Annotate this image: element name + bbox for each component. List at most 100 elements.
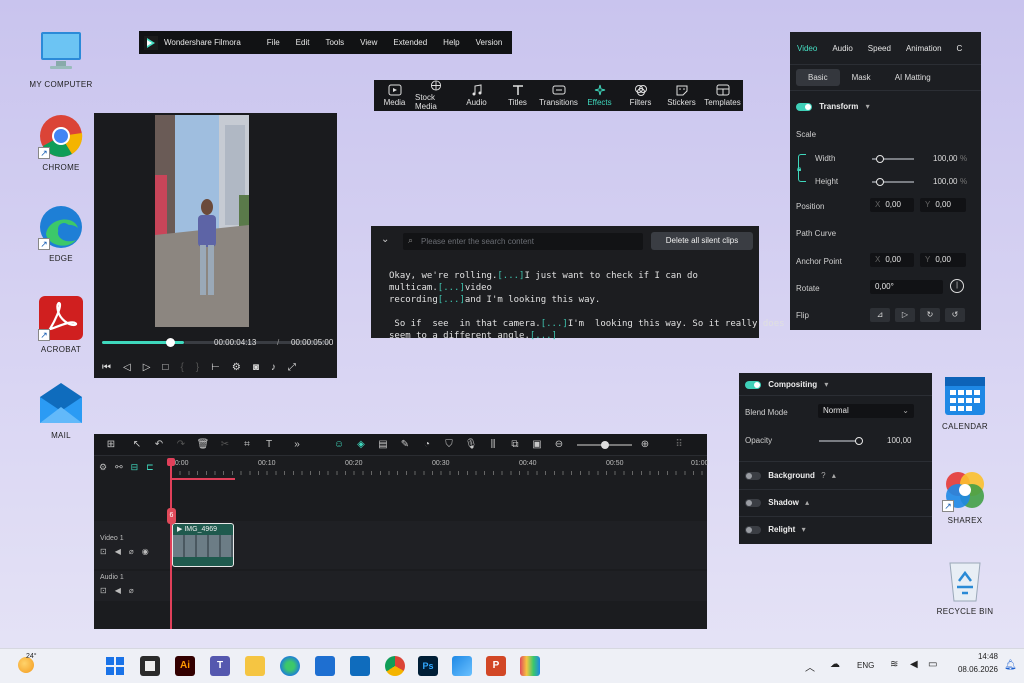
snapshot-camera-icon[interactable]: ◙ bbox=[253, 362, 259, 373]
stop-icon[interactable]: □ bbox=[162, 362, 168, 373]
shield-icon[interactable]: ⛉ bbox=[438, 434, 460, 456]
transform-toggle[interactable] bbox=[796, 102, 812, 111]
tab-transitions[interactable]: Transitions bbox=[538, 80, 579, 111]
playback-scrubber-handle[interactable] bbox=[166, 338, 175, 347]
subtab-mask[interactable]: Mask bbox=[840, 69, 883, 86]
tab-media[interactable]: Media bbox=[374, 80, 415, 111]
render-preview-icon[interactable]: ⊢ bbox=[211, 362, 220, 373]
desktop-icon-sharex[interactable]: ↗ SHAREX bbox=[930, 466, 1000, 525]
desktop-icon-acrobat[interactable]: ↗ ACROBAT bbox=[26, 295, 96, 354]
drag-handle-icon[interactable]: ⠿ bbox=[668, 434, 690, 456]
tab-stock-media[interactable]: Stock Media bbox=[415, 80, 456, 111]
undo-icon[interactable]: ↶ bbox=[148, 434, 170, 456]
mute-track-icon[interactable]: ⌀ bbox=[129, 586, 134, 595]
opacity-slider[interactable] bbox=[819, 437, 863, 445]
width-value[interactable]: 100,00 bbox=[933, 154, 957, 163]
rotate-input[interactable]: 0,00° bbox=[870, 280, 943, 294]
menu-help[interactable]: Help bbox=[443, 38, 459, 47]
delete-trash-icon[interactable]: 🗑︎ bbox=[192, 434, 214, 456]
store-icon[interactable] bbox=[315, 656, 335, 676]
tab-animation[interactable]: Animation bbox=[906, 44, 942, 53]
notification-bell-icon[interactable]: 🔔︎ bbox=[1004, 660, 1017, 671]
relight-section[interactable]: Relight ▾ bbox=[745, 525, 806, 534]
menu-edit[interactable]: Edit bbox=[296, 38, 310, 47]
auto-highlight-icon[interactable]: ▤ bbox=[372, 434, 394, 456]
tray-chevron-up-icon[interactable]: ︿ bbox=[805, 659, 815, 674]
audio-mixer-icon[interactable]: ⫼ bbox=[482, 434, 504, 456]
help-circle-icon[interactable]: ? bbox=[821, 471, 825, 480]
microphone-icon[interactable]: 🎙︎ bbox=[460, 434, 482, 456]
ai-robot-icon[interactable]: ☺ bbox=[328, 434, 350, 456]
shadow-section[interactable]: Shadow ▴ bbox=[745, 498, 809, 507]
tab-effects[interactable]: Effects bbox=[579, 80, 620, 111]
menu-view[interactable]: View bbox=[360, 38, 377, 47]
playhead-marker[interactable]: 6 bbox=[167, 508, 176, 524]
opacity-slider-knob[interactable] bbox=[855, 437, 863, 445]
tab-audio[interactable]: Audio bbox=[456, 80, 497, 111]
clock-time[interactable]: 14:48 bbox=[968, 652, 998, 661]
subtab-ai-matting[interactable]: AI Matting bbox=[883, 69, 943, 86]
tab-video[interactable]: Video bbox=[797, 44, 817, 53]
background-section[interactable]: Background ? ▴ bbox=[745, 471, 836, 480]
lock-icon[interactable]: ⊡ bbox=[100, 547, 107, 556]
mail-icon[interactable] bbox=[350, 656, 370, 676]
desktop-icon-my-computer[interactable]: MY COMPUTER bbox=[26, 30, 96, 89]
playhead-handle[interactable] bbox=[167, 458, 175, 466]
photos-icon[interactable] bbox=[452, 656, 472, 676]
video-preview[interactable] bbox=[155, 115, 249, 327]
flip-horizontal-icon[interactable]: ⊿ bbox=[870, 308, 890, 322]
zoom-out-icon[interactable]: ⊖ bbox=[548, 434, 570, 456]
tab-filters[interactable]: Filters bbox=[620, 80, 661, 111]
lock-icon[interactable]: ⊡ bbox=[100, 586, 107, 595]
language-indicator[interactable]: ENG bbox=[857, 661, 874, 670]
menu-extended[interactable]: Extended bbox=[393, 38, 427, 47]
hide-track-icon[interactable]: ⌀ bbox=[129, 547, 134, 556]
powerpoint-icon[interactable]: P bbox=[486, 656, 506, 676]
rotate-left-icon[interactable]: ↺ bbox=[945, 308, 965, 322]
auto-edit-icon[interactable]: ✎ bbox=[394, 434, 416, 456]
task-view-icon[interactable] bbox=[140, 656, 160, 676]
volume-icon[interactable]: ♪ bbox=[271, 362, 276, 373]
video-clip[interactable]: ▶ IMG_4969 bbox=[172, 523, 234, 567]
shadow-toggle[interactable] bbox=[745, 498, 761, 507]
height-slider[interactable] bbox=[872, 178, 914, 186]
lock-icon[interactable]: 🔒︎ bbox=[797, 164, 801, 174]
background-toggle[interactable] bbox=[745, 471, 761, 480]
prev-frame-icon[interactable]: ⏮ bbox=[102, 362, 111, 373]
zoom-in-icon[interactable]: ⊕ bbox=[634, 434, 656, 456]
magnet-snap-icon[interactable]: ⊏ bbox=[146, 462, 154, 473]
tab-templates[interactable]: Templates bbox=[702, 80, 743, 111]
clock-date[interactable]: 08.06.2026 bbox=[948, 665, 998, 674]
timeline-ruler[interactable]: 00:00 00:10 00:20 00:30 00:40 00:50 01:0… bbox=[171, 456, 709, 480]
tab-stickers[interactable]: Stickers bbox=[661, 80, 702, 111]
desktop-icon-edge[interactable]: ↗ EDGE bbox=[26, 204, 96, 263]
speaker-icon[interactable]: ◀ bbox=[115, 547, 121, 556]
anchor-y-input[interactable]: Y 0,00 bbox=[920, 253, 966, 267]
menu-file[interactable]: File bbox=[267, 38, 280, 47]
edge-icon[interactable] bbox=[280, 656, 300, 676]
desktop-icon-mail[interactable]: MAIL bbox=[26, 381, 96, 440]
subtab-basic[interactable]: Basic bbox=[796, 69, 840, 86]
mark-out-icon[interactable]: } bbox=[196, 362, 199, 373]
track-settings-gear-icon[interactable]: ⚙ bbox=[99, 462, 107, 473]
wifi-icon[interactable]: ≋ bbox=[890, 659, 898, 670]
ai-clip-icon[interactable]: ◈ bbox=[350, 434, 372, 456]
tab-titles[interactable]: Titles bbox=[497, 80, 538, 111]
battery-icon[interactable]: ▭ bbox=[928, 659, 937, 670]
rotate-dial-icon[interactable]: | bbox=[950, 279, 964, 293]
play-icon[interactable]: ▷ bbox=[143, 362, 151, 373]
volume-icon[interactable]: ◀ bbox=[910, 659, 918, 670]
transform-section[interactable]: Transform ▾ bbox=[796, 102, 870, 111]
layout-grid-icon[interactable]: ⊞ bbox=[100, 434, 122, 456]
snapshot-icon[interactable]: ▣ bbox=[526, 434, 548, 456]
desktop-icon-chrome[interactable]: ↗ CHROME bbox=[26, 113, 96, 172]
anchor-x-input[interactable]: X 0,00 bbox=[870, 253, 914, 267]
blend-mode-select[interactable]: Normal ⌄ bbox=[818, 404, 914, 418]
teams-icon[interactable]: T bbox=[210, 656, 230, 676]
width-slider[interactable] bbox=[872, 155, 914, 163]
desktop-icon-recycle-bin[interactable]: RECYCLE BIN bbox=[930, 557, 1000, 616]
tab-speed[interactable]: Speed bbox=[868, 44, 891, 53]
tab-audio[interactable]: Audio bbox=[832, 44, 852, 53]
height-value[interactable]: 100,00 bbox=[933, 177, 957, 186]
rotate-right-icon[interactable]: ↻ bbox=[920, 308, 940, 322]
